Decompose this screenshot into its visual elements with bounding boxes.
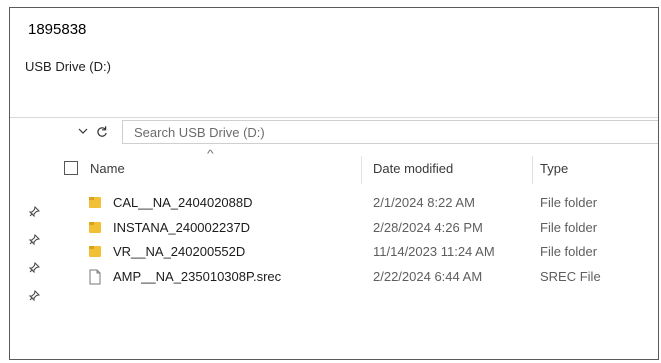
file-icon	[88, 269, 102, 285]
file-type: File folder	[540, 244, 598, 259]
file-list: CAL__NA_240402088D 2/1/2024 8:22 AM File…	[10, 192, 658, 290]
column-header-type[interactable]: Type	[540, 161, 568, 176]
file-row[interactable]: INSTANA_240002237D 2/28/2024 4:26 PM Fil…	[10, 217, 658, 242]
file-type: File folder	[540, 219, 598, 235]
file-row[interactable]: VR__NA_240200552D 11/14/2023 11:24 AM Fi…	[10, 241, 658, 266]
column-header-name[interactable]: Name	[90, 161, 125, 176]
folder-icon	[88, 220, 102, 236]
folder-icon	[88, 244, 102, 260]
file-date: 2/22/2024 6:44 AM	[373, 268, 483, 284]
file-row[interactable]: AMP__NA_235010308P.srec 2/22/2024 6:44 A…	[10, 266, 658, 291]
folder-icon	[88, 195, 102, 211]
column-header-row: Name Date modified Type	[10, 156, 658, 184]
file-name: CAL__NA_240402088D	[113, 195, 253, 210]
ribbon-separator	[10, 117, 658, 118]
file-name: INSTANA_240002237D	[113, 219, 251, 235]
file-name: VR__NA_240200552D	[113, 244, 246, 259]
column-divider[interactable]	[361, 156, 362, 184]
nav-bar	[10, 120, 658, 146]
file-type: SREC File	[540, 268, 601, 284]
search-input[interactable]	[123, 121, 654, 143]
file-date: 11/14/2023 11:24 AM	[373, 244, 495, 259]
file-row[interactable]: CAL__NA_240402088D 2/1/2024 8:22 AM File…	[10, 192, 658, 217]
refresh-icon[interactable]	[94, 122, 110, 140]
chevron-down-icon[interactable]	[76, 123, 90, 139]
window-title: USB Drive (D:)	[25, 59, 111, 74]
file-type: File folder	[540, 195, 598, 210]
column-header-date[interactable]: Date modified	[373, 161, 453, 176]
id-label: 1895838	[28, 21, 87, 38]
pin-icon[interactable]	[28, 290, 42, 304]
select-all-checkbox[interactable]	[64, 161, 78, 175]
file-date: 2/28/2024 4:26 PM	[373, 219, 483, 235]
file-date: 2/1/2024 8:22 AM	[373, 195, 475, 210]
column-divider[interactable]	[532, 156, 533, 184]
search-box[interactable]	[122, 120, 658, 144]
file-name: AMP__NA_235010308P.srec	[113, 268, 282, 284]
